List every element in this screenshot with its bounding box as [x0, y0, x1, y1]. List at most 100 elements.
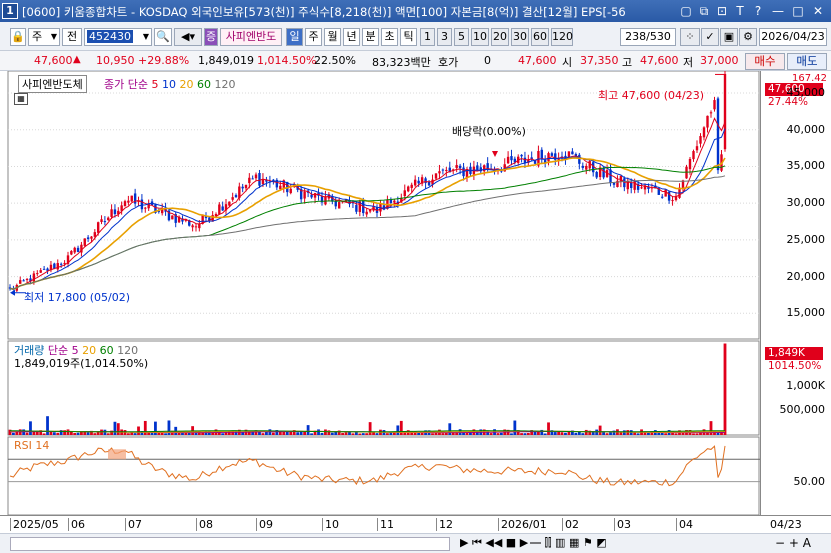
interval-tab[interactable]: 30 [511, 28, 529, 46]
market-select[interactable]: 전 [62, 28, 82, 46]
interval-tab[interactable]: 1 [420, 28, 435, 46]
chart-area[interactable]: 사피엔반도체 종가 단순 5 10 20 60 120 ▦ 최고 47,600 … [0, 68, 760, 516]
price-candle [144, 207, 147, 209]
volume-bar [520, 433, 523, 435]
zoom-out-icon[interactable]: − [775, 536, 785, 550]
screenshot-icon[interactable]: ▣ [720, 28, 738, 46]
price-candle [506, 156, 510, 164]
scrollbar-track[interactable] [10, 537, 450, 551]
flag-icon[interactable]: ⚑ [583, 536, 593, 549]
volume-bar [609, 432, 612, 435]
price-candle [520, 154, 523, 157]
market-type-select[interactable]: 주 ▼ [28, 28, 60, 46]
low-price: 37,000 [700, 54, 739, 67]
price-candle [407, 186, 410, 192]
volume-bar [110, 430, 113, 435]
chart-icon[interactable]: ▥ [555, 536, 565, 549]
copy-icon[interactable]: ⧉ [696, 3, 712, 19]
speaker-icon[interactable]: ◀▾ [174, 28, 202, 46]
price-candle [441, 169, 445, 171]
stop-icon[interactable]: ■ [506, 536, 516, 549]
text-icon[interactable]: T [732, 3, 748, 19]
gear-icon[interactable]: ⚙ [739, 28, 757, 46]
volume-bar [448, 423, 452, 435]
help-icon[interactable]: ? [750, 3, 766, 19]
price-candle [706, 115, 709, 128]
period-tab[interactable]: 월 [324, 28, 341, 46]
period-tab[interactable]: 주 [305, 28, 322, 46]
line-icon[interactable]: ⎯⎯ [530, 536, 541, 549]
volume-bar [69, 431, 73, 435]
period-tab[interactable]: 초 [381, 28, 398, 46]
stock-legend[interactable]: 사피엔반도체 [18, 75, 87, 93]
interval-tab[interactable]: 60 [531, 28, 549, 46]
volume-bar [56, 432, 60, 435]
x-tick-label: 06 [68, 518, 85, 531]
volume-bar [553, 432, 557, 435]
sell-button[interactable]: 매도 [787, 53, 827, 70]
price-candle [716, 98, 720, 171]
period-tab[interactable]: 틱 [400, 28, 417, 46]
date-field[interactable]: 2026/04/23 [759, 28, 827, 46]
price-candle [458, 165, 462, 169]
table-icon[interactable]: ▦ [569, 536, 579, 549]
volume-bar [46, 416, 49, 435]
title-bar: 1 [0600] 키움종합차트 - KOSDAQ 외국인보유[573(천)] 주… [0, 0, 831, 22]
price-candle [90, 236, 93, 239]
price-candle [127, 200, 130, 203]
volume-bar [375, 433, 379, 435]
volume-bar [465, 432, 469, 435]
eraser-icon[interactable]: ◩ [596, 536, 606, 549]
ma120-line [9, 175, 726, 290]
interval-tab[interactable]: 3 [437, 28, 452, 46]
y-axis: 167.42 47,600 27.44% 1,849K 1014.50% 15,… [760, 71, 831, 515]
restore-icon[interactable]: ▢ [678, 3, 694, 19]
auto-icon[interactable]: A [803, 536, 811, 550]
zoom-in-icon[interactable]: + [789, 536, 799, 550]
check-icon[interactable]: ✓ [701, 28, 719, 46]
high-label: 고 [622, 56, 633, 69]
rewind-icon[interactable]: ◀◀ [485, 536, 502, 549]
interval-tab[interactable]: 10 [471, 28, 489, 46]
search-icon[interactable]: 🔍 [154, 28, 172, 46]
stock-code-input[interactable]: 452430 ▼ [84, 28, 152, 46]
period-tab[interactable]: 년 [343, 28, 360, 46]
first-icon[interactable]: ⏮ [472, 536, 482, 549]
low-arrow-head [10, 289, 15, 296]
maximize-icon[interactable]: □ [790, 3, 806, 19]
volume-bar [510, 433, 513, 435]
volume-bar [431, 433, 434, 435]
price-candle [476, 165, 479, 170]
grid-icon[interactable]: ▦ [14, 93, 28, 105]
interval-tab[interactable]: 120 [551, 28, 573, 46]
y-tick-label: 25,000 [786, 232, 826, 246]
volume-bar [365, 433, 369, 435]
price-candle [22, 280, 25, 282]
pin-icon[interactable]: ⊡ [714, 3, 730, 19]
interval-tab[interactable]: 5 [454, 28, 469, 46]
bars-icon[interactable]: ⫿⫿ [545, 536, 552, 549]
period-tab[interactable]: 일 [286, 28, 303, 46]
lock-icon[interactable]: 🔒 [10, 28, 26, 46]
y-tick-label: 40,000 [786, 122, 826, 136]
price-candle [540, 149, 543, 159]
volume-bar [543, 433, 547, 435]
prev-icon[interactable]: ▶ [460, 536, 468, 549]
interval-tab[interactable]: 20 [491, 28, 509, 46]
close-icon[interactable]: ✕ [810, 3, 826, 19]
y-tick-label: 50.00 [793, 474, 826, 488]
volume-bar [584, 429, 588, 435]
dots-icon[interactable]: ⁘ [680, 28, 700, 46]
minimize-icon[interactable]: — [770, 3, 786, 19]
period-tab[interactable]: 분 [362, 28, 379, 46]
price-candle [254, 174, 258, 179]
price-candle [76, 247, 80, 252]
open-label: 시 [562, 56, 573, 69]
buy-button[interactable]: 매수 [745, 53, 785, 70]
y-tick-label: 35,000 [786, 159, 826, 173]
next-icon[interactable]: ▶ [520, 536, 528, 549]
volume-bar [289, 431, 293, 435]
volume-bar [513, 420, 517, 435]
price-candle [595, 172, 598, 178]
volume-bar [633, 432, 637, 435]
